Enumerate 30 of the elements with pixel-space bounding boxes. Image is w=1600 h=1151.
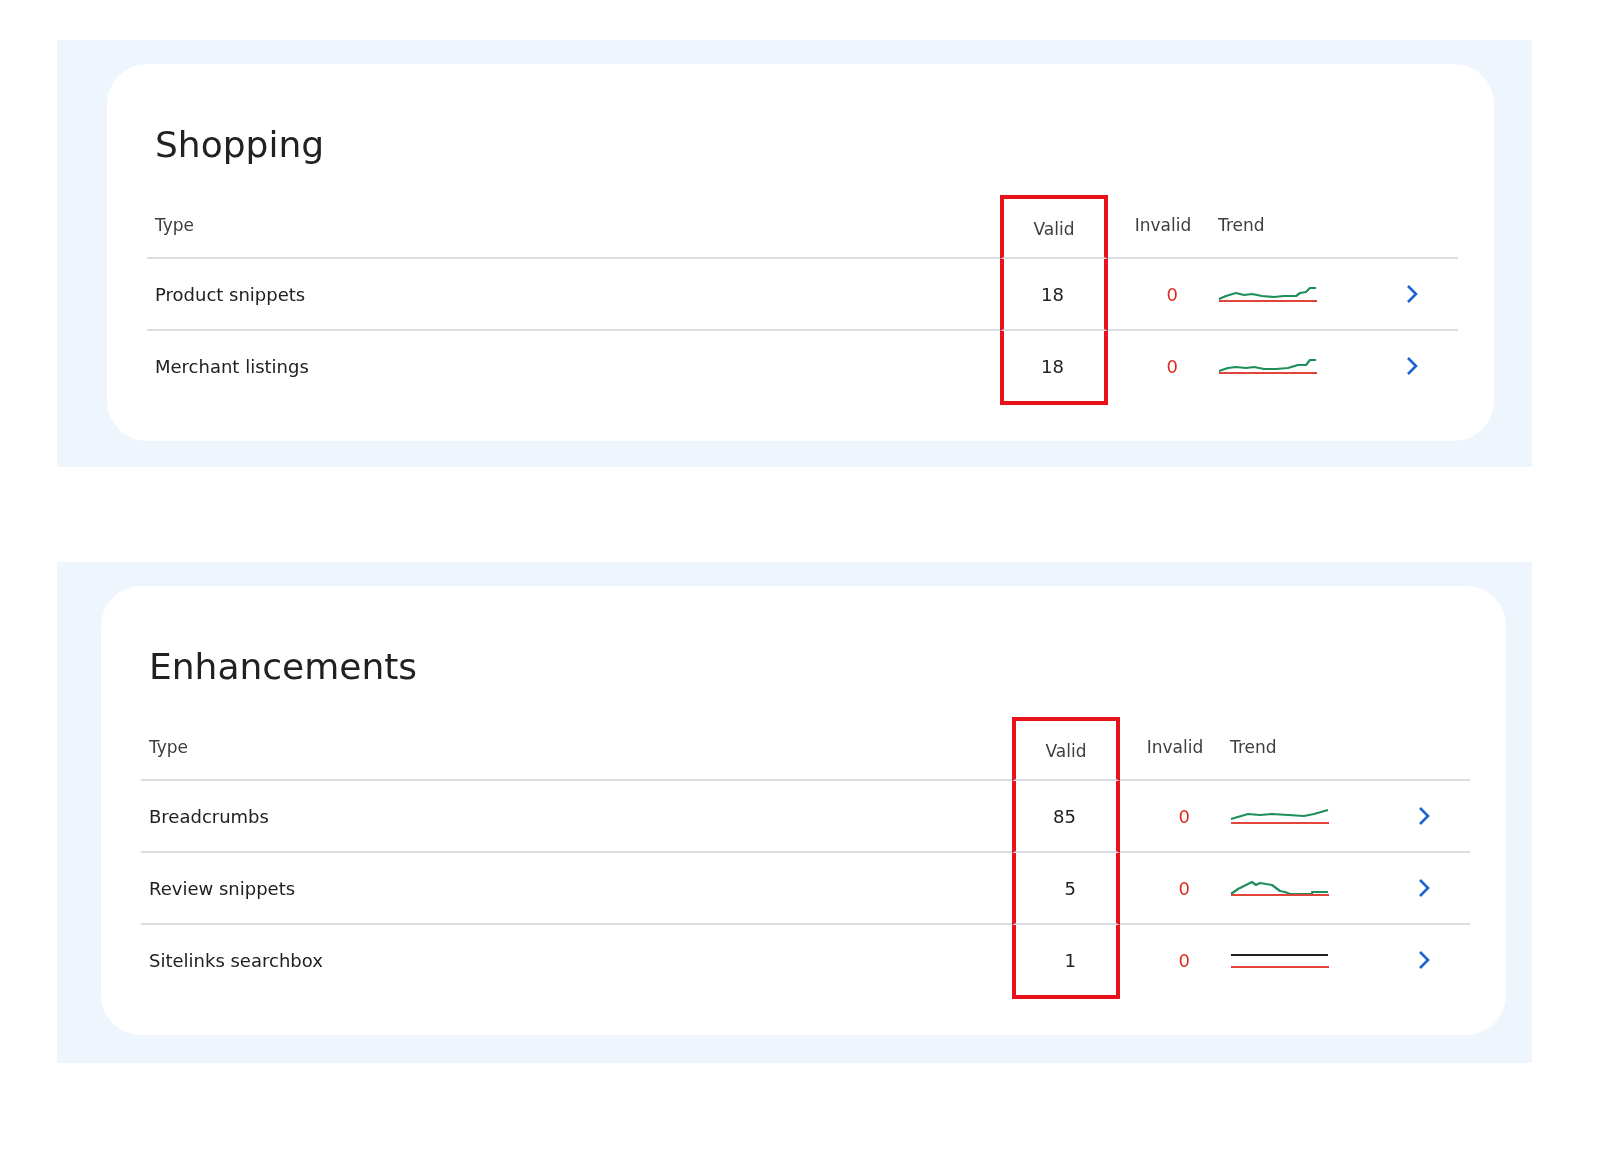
- column-header: Trend: [1230, 717, 1370, 781]
- table-cell: 18: [1000, 331, 1108, 405]
- column-header: Type: [141, 717, 1012, 781]
- column-header: Valid: [1000, 195, 1108, 259]
- column-header: Trend: [1218, 195, 1358, 259]
- table-cell-text: Merchant listings: [154, 354, 310, 379]
- column-header: Valid: [1012, 717, 1120, 781]
- table-cell: 85: [1012, 781, 1120, 853]
- chevron-right-icon[interactable]: [1417, 805, 1431, 827]
- table-cell: Breadcrumbs: [141, 781, 1012, 853]
- table-cell: Review snippets: [141, 853, 1012, 925]
- column-header: Invalid: [1108, 195, 1218, 259]
- chevron-right-icon[interactable]: [1417, 949, 1431, 971]
- table-cell: 5: [1012, 853, 1120, 925]
- table-cell: 18: [1000, 259, 1108, 331]
- table-cell-text: Sitelinks searchbox: [148, 948, 324, 973]
- table-cell: 0: [1120, 853, 1230, 925]
- table-cell-text: 0: [1177, 948, 1191, 973]
- column-header: Type: [147, 195, 1000, 259]
- column-header: Invalid: [1120, 717, 1230, 781]
- table-cell: Product snippets: [147, 259, 1000, 331]
- section-title: Shopping: [155, 124, 326, 165]
- table-cell: 0: [1108, 259, 1218, 331]
- chevron-right-icon[interactable]: [1405, 283, 1419, 305]
- section-title: Enhancements: [149, 646, 419, 687]
- table-cell-text: 0: [1165, 354, 1179, 379]
- chevron-right-icon[interactable]: [1417, 877, 1431, 899]
- chevron-right-icon[interactable]: [1405, 355, 1419, 377]
- table-cell: 1: [1012, 925, 1120, 999]
- table-cell: 0: [1120, 781, 1230, 853]
